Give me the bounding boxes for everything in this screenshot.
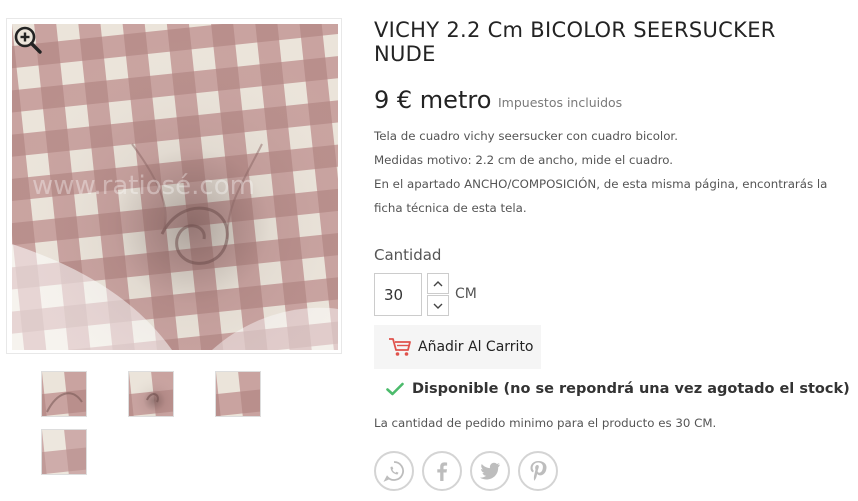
quantity-input[interactable] xyxy=(374,273,422,316)
product-title: VICHY 2.2 Cm BICOLOR SEERSUCKER NUDE xyxy=(374,18,776,66)
fabric-image: www.ratiosé.com xyxy=(12,24,338,350)
chevron-up-icon xyxy=(433,280,443,286)
product-main-image[interactable]: www.ratiosé.com xyxy=(6,18,342,354)
thumbnail-3[interactable] xyxy=(215,371,261,417)
quantity-decrease-button[interactable] xyxy=(427,295,449,316)
share-facebook-button[interactable] xyxy=(422,451,462,491)
thumbnail-2[interactable] xyxy=(128,371,174,417)
quantity-increase-button[interactable] xyxy=(427,273,449,294)
add-to-cart-label: Añadir Al Carrito xyxy=(418,339,534,355)
product-price: 9 € metro xyxy=(374,86,492,114)
pinterest-icon xyxy=(530,461,547,481)
chevron-down-icon xyxy=(433,303,443,309)
availability-text: Disponible (no se repondrá una vez agota… xyxy=(412,381,850,397)
description-line: En el apartado ANCHO/COMPOSICIÓN, de est… xyxy=(374,177,828,215)
share-whatsapp-button[interactable] xyxy=(374,451,414,491)
share-twitter-button[interactable] xyxy=(470,451,510,491)
product-description: Tela de cuadro vichy seersucker con cuad… xyxy=(374,124,848,220)
thumbnail-1[interactable] xyxy=(41,371,87,417)
availability-status: Disponible (no se repondrá una vez agota… xyxy=(386,381,850,397)
minimum-order-note: La cantidad de pedido minimo para el pro… xyxy=(374,416,717,430)
check-icon xyxy=(386,382,404,396)
zoom-in-icon[interactable] xyxy=(12,24,44,56)
thumbnail-4[interactable] xyxy=(41,429,87,475)
facebook-icon xyxy=(437,462,448,481)
add-to-cart-button[interactable]: Añadir Al Carrito xyxy=(374,325,541,369)
share-pinterest-button[interactable] xyxy=(518,451,558,491)
quantity-unit: CM xyxy=(455,286,477,302)
tax-note: Impuestos incluidos xyxy=(498,95,623,110)
description-line: Medidas motivo: 2.2 cm de ancho, mide el… xyxy=(374,153,674,167)
description-line: Tela de cuadro vichy seersucker con cuad… xyxy=(374,129,678,143)
whatsapp-icon xyxy=(383,461,404,482)
quantity-label: Cantidad xyxy=(374,246,442,264)
shopping-cart-icon xyxy=(389,338,411,356)
twitter-icon xyxy=(480,462,500,480)
watermark-text: www.ratiosé.com xyxy=(32,171,255,201)
